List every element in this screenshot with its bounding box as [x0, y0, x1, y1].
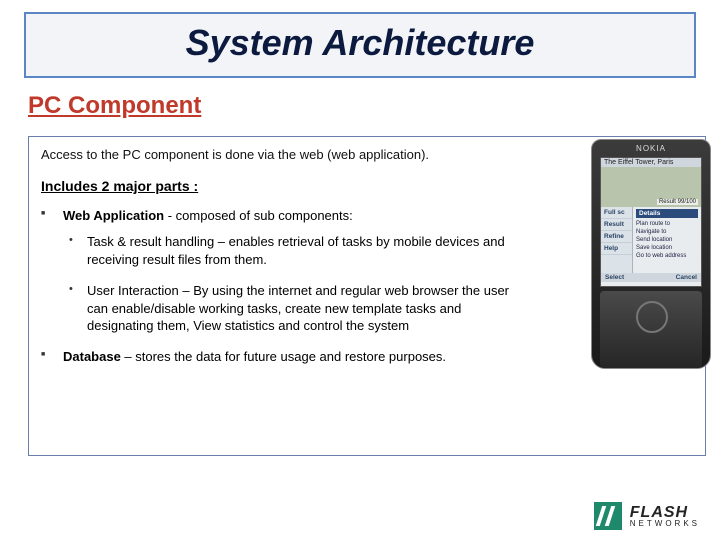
phone-pane-line: Send location: [636, 236, 698, 244]
item-tail: - composed of sub components:: [164, 208, 353, 223]
sub-item: Task & result handling – enables retriev…: [63, 233, 521, 268]
phone-pane: Details Plan route to Navigate to Send l…: [633, 207, 701, 273]
phone-brand: NOKIA: [636, 144, 666, 153]
phone-screen: The Eiffel Tower, Paris Result 99/100 Fu…: [600, 157, 702, 287]
phone-menu-item: Help: [601, 243, 632, 255]
parts-list: Web Application - composed of sub compon…: [41, 208, 521, 364]
slide-title-bar: System Architecture: [24, 12, 696, 78]
phone-illustration: NOKIA The Eiffel Tower, Paris Result 99/…: [591, 139, 711, 369]
phone-softkey-right: Cancel: [676, 274, 697, 281]
phone-pane-line: Navigate to: [636, 228, 698, 236]
phone-softkeys: Select Cancel: [601, 273, 701, 282]
slide-title: System Architecture: [186, 22, 535, 63]
logo-line2: NETWORKS: [630, 520, 700, 528]
sub-item: User Interaction – By using the internet…: [63, 282, 521, 335]
section-heading: PC Component: [28, 92, 720, 120]
phone-menu-item: Result: [601, 219, 632, 231]
phone-keypad: [600, 291, 702, 368]
footer-logo: FLASH NETWORKS: [594, 502, 700, 530]
phone-pane-line: Plan route to: [636, 220, 698, 228]
phone-pane-header: Details: [636, 209, 698, 218]
phone-menu: Full sc Result Refine Help: [601, 207, 633, 273]
phone-pane-line: Save location: [636, 244, 698, 252]
phone-topbar: The Eiffel Tower, Paris: [601, 158, 701, 167]
phone-menu-item: Refine: [601, 231, 632, 243]
logo-mark-icon: [594, 502, 622, 530]
phone-result-badge: Result 99/100: [657, 199, 698, 205]
phone-softkey-left: Select: [605, 274, 624, 281]
sub-list: Task & result handling – enables retriev…: [63, 233, 521, 335]
item-lead: Web Application: [63, 208, 164, 223]
list-item: Web Application - composed of sub compon…: [41, 208, 521, 335]
phone-pane-line: Go to web address: [636, 252, 698, 260]
phone-topbar-text: The Eiffel Tower, Paris: [604, 159, 673, 166]
phone-body: Full sc Result Refine Help Details Plan …: [601, 207, 701, 273]
item-tail: – stores the data for future usage and r…: [121, 349, 446, 364]
list-item: Database – stores the data for future us…: [41, 349, 521, 364]
item-lead: Database: [63, 349, 121, 364]
phone-menu-item: Full sc: [601, 207, 632, 219]
logo-line1: FLASH: [630, 505, 700, 520]
content-frame: Access to the PC component is done via t…: [28, 136, 706, 456]
logo-text: FLASH NETWORKS: [630, 505, 700, 528]
phone-image-area: Result 99/100: [601, 167, 701, 207]
